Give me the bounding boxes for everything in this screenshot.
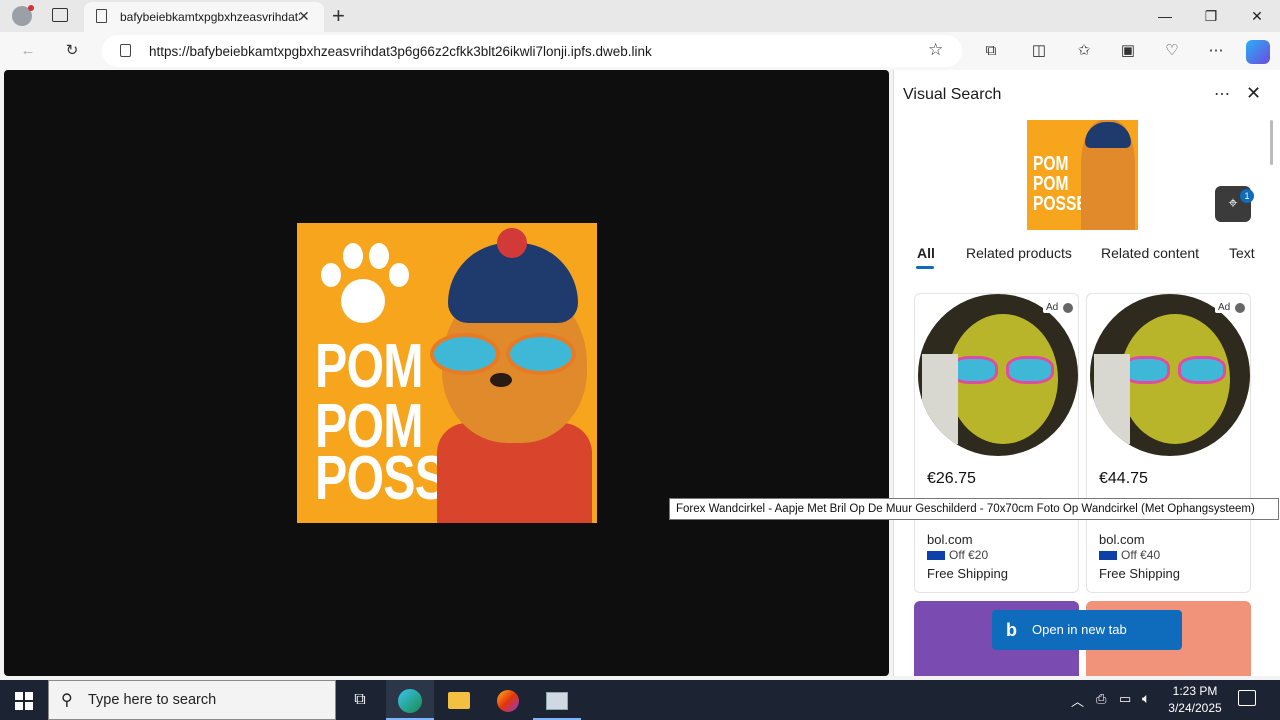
thumbnail-text: POM POM POSSE xyxy=(1033,153,1087,215)
taskbar-search-box[interactable]: ⚲ Type here to search xyxy=(48,680,336,720)
notifications-icon[interactable] xyxy=(1238,690,1256,706)
close-window-icon[interactable]: ✕ xyxy=(1234,0,1280,32)
open-in-new-tab-button[interactable]: b Open in new tab xyxy=(992,610,1182,650)
task-view-icon[interactable]: ⧉ xyxy=(336,680,384,720)
new-tab-button[interactable]: + xyxy=(332,3,345,29)
dog-illustration xyxy=(422,223,597,523)
network-icon[interactable]: ▭ xyxy=(1119,691,1131,707)
info-icon[interactable] xyxy=(1063,303,1073,313)
minimize-icon[interactable]: — xyxy=(1142,0,1188,32)
app-window-icon[interactable] xyxy=(533,680,581,720)
poster-image[interactable]: POM POM POSSE xyxy=(297,223,597,523)
copilot-icon[interactable] xyxy=(1246,40,1270,64)
tab-actions-icon[interactable] xyxy=(52,8,68,22)
tray-device-icon[interactable]: ⎙ xyxy=(1096,691,1106,707)
product-price: €44.75 xyxy=(1099,470,1148,487)
firefox-icon[interactable] xyxy=(484,680,532,720)
clock-date: 3/24/2025 xyxy=(1168,701,1222,715)
favorites-icon[interactable]: ✩ xyxy=(1073,40,1095,62)
title-bar: bafybeiebkamtxpgbxhzeasvrihdat3p6g66z2cf… xyxy=(0,0,1280,32)
search-icon: ⚲ xyxy=(61,692,73,709)
coupon-icon xyxy=(1099,551,1117,561)
tab-close-icon[interactable]: ✕ xyxy=(298,8,310,25)
ad-label: Ad xyxy=(1215,302,1234,313)
more-icon[interactable]: ⋯ xyxy=(1205,40,1227,62)
tab-related-content[interactable]: Related content xyxy=(1101,245,1199,261)
taskbar-clock[interactable]: 1:23 PM 3/24/2025 xyxy=(1160,683,1230,717)
tab-related-products[interactable]: Related products xyxy=(966,245,1072,261)
product-shipping: Free Shipping xyxy=(1099,566,1180,581)
product-image xyxy=(1090,294,1250,456)
collections-icon[interactable]: ▣ xyxy=(1117,40,1139,62)
address-url: https://bafybeiebkamtxpgbxhzeasvrihdat3p… xyxy=(149,44,652,59)
product-discount: Off €20 xyxy=(927,548,988,562)
split-screen-icon[interactable]: ◫ xyxy=(1028,40,1050,62)
visual-search-panel: Visual Search ⋯ ✕ POM POM POSSE ⌖ 1 All Re… xyxy=(893,70,1280,676)
coupon-icon xyxy=(927,551,945,561)
panel-close-icon[interactable]: ✕ xyxy=(1246,83,1261,104)
tab-active[interactable]: bafybeiebkamtxpgbxhzeasvrihdat3p6g66z2cf… xyxy=(84,2,324,32)
active-tab-underline xyxy=(916,266,934,269)
restore-icon[interactable]: ❐ xyxy=(1188,0,1234,32)
paw-icon xyxy=(319,241,409,331)
refresh-icon[interactable]: ↻ xyxy=(61,40,83,62)
product-shipping: Free Shipping xyxy=(927,566,1008,581)
volume-icon[interactable]: 🔈︎ xyxy=(1142,690,1150,707)
extensions-icon[interactable]: ⧉ xyxy=(980,40,1002,62)
clock-time: 1:23 PM xyxy=(1172,684,1218,698)
product-tooltip: Forex Wandcirkel - Aapje Met Bril Op De … xyxy=(669,498,1279,520)
page-favicon-icon xyxy=(96,9,107,23)
panel-scrollbar[interactable] xyxy=(1270,120,1273,165)
search-placeholder: Type here to search xyxy=(88,692,217,708)
navigation-toolbar: ← ↻ https://bafybeiebkamtxpgbxhzeasvrihd… xyxy=(0,32,1280,70)
ad-label: Ad xyxy=(1043,302,1062,313)
file-explorer-icon[interactable] xyxy=(435,680,483,720)
tab-text[interactable]: Text xyxy=(1229,245,1255,261)
tab-title: bafybeiebkamtxpgbxhzeasvrihdat3p6g66z2cf… xyxy=(120,10,300,24)
image-viewer: POM POM POSSE xyxy=(4,70,889,676)
lock-icon[interactable] xyxy=(120,44,131,57)
product-price: €26.75 xyxy=(927,470,976,487)
product-store: bol.com xyxy=(1099,532,1145,547)
browser-essentials-icon[interactable]: ♡ xyxy=(1161,40,1183,62)
search-thumbnail[interactable]: POM POM POSSE xyxy=(1027,120,1138,230)
product-store: bol.com xyxy=(927,532,973,547)
info-icon[interactable] xyxy=(1235,303,1245,313)
tab-all[interactable]: All xyxy=(917,245,935,261)
start-button[interactable] xyxy=(0,680,48,720)
taskbar: ⚲ Type here to search ⧉ ︿ ⎙ ▭ 🔈︎ 1:23 PM… xyxy=(0,680,1280,720)
address-bar[interactable]: https://bafybeiebkamtxpgbxhzeasvrihdat3p… xyxy=(102,35,962,67)
notification-dot-icon xyxy=(28,5,34,11)
result-tabs: All Related products Related content Tex… xyxy=(894,236,1271,272)
edge-taskbar-icon[interactable] xyxy=(386,680,434,720)
product-image xyxy=(918,294,1078,456)
panel-more-icon[interactable]: ⋯ xyxy=(1214,84,1230,104)
back-icon[interactable]: ← xyxy=(17,40,39,62)
bing-icon: b xyxy=(1006,620,1017,640)
favorite-star-icon[interactable]: ☆ xyxy=(928,40,943,60)
scan-count-badge: 1 xyxy=(1240,189,1254,203)
product-card[interactable]: Ad €44.75 bol.com Off €40 Free Shipping xyxy=(1086,293,1251,593)
tray-chevron-icon[interactable]: ︿ xyxy=(1071,691,1084,710)
product-discount: Off €40 xyxy=(1099,548,1160,562)
panel-title: Visual Search xyxy=(903,86,1002,103)
product-card[interactable]: Ad €26.75 bol.com Off €20 Free Shipping xyxy=(914,293,1079,593)
